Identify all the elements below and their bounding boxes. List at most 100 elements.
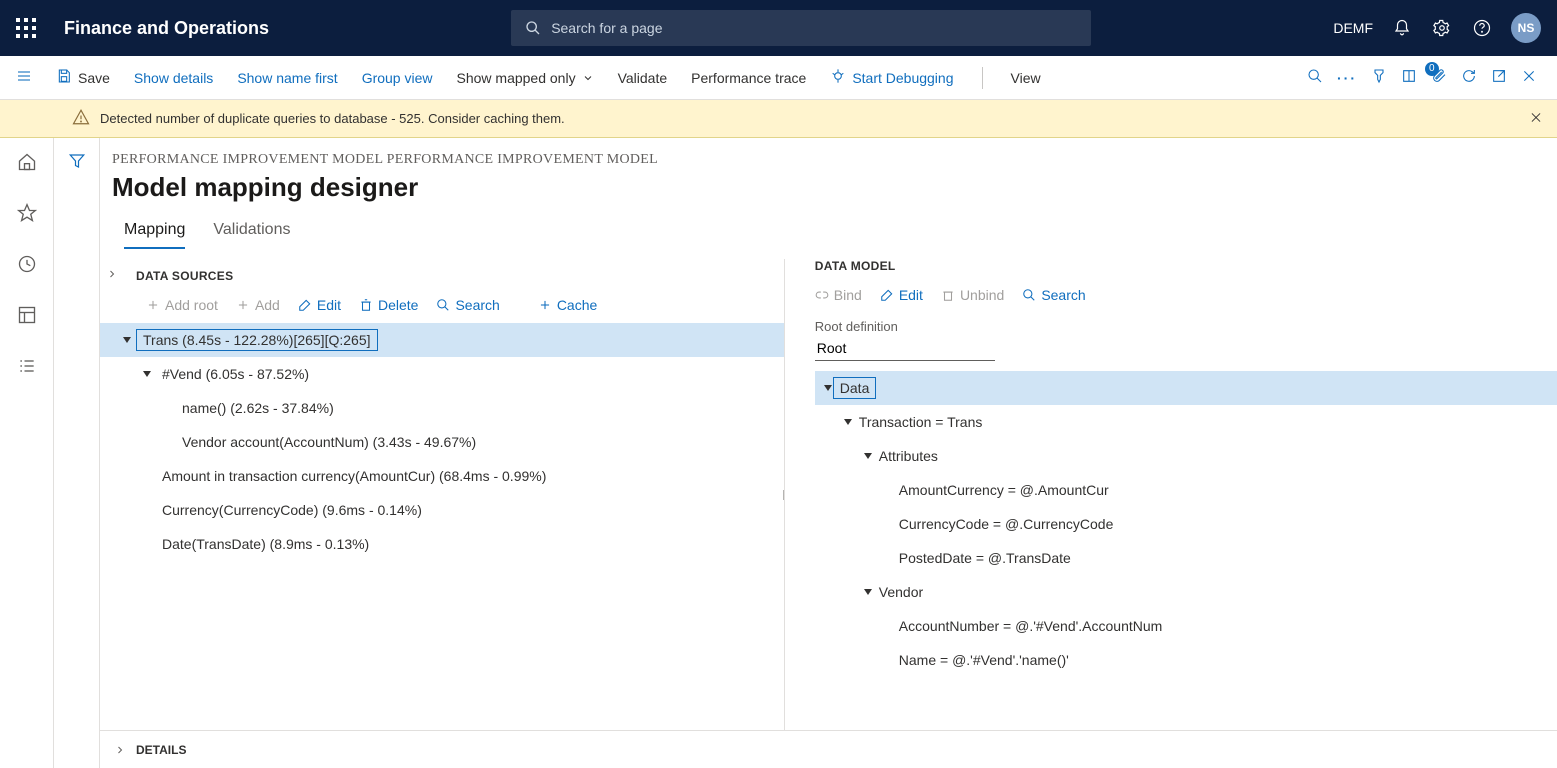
chevron-down-icon[interactable] (815, 417, 853, 427)
performance-trace-button[interactable]: Performance trace (691, 70, 806, 86)
top-bar: Finance and Operations Search for a page… (0, 0, 1557, 56)
divider (982, 67, 983, 89)
breadcrumb: PERFORMANCE IMPROVEMENT MODEL PERFORMANC… (112, 152, 1557, 168)
tree-node-label: Currency(CurrencyCode) (9.6ms - 0.14%) (156, 500, 428, 520)
chevron-down-icon[interactable] (815, 451, 873, 461)
chevron-down-icon[interactable] (100, 369, 156, 379)
filter-rail (54, 138, 100, 768)
show-mapped-only-dropdown[interactable]: Show mapped only (457, 70, 594, 86)
root-definition-input[interactable] (815, 336, 995, 361)
tree-node-label: Trans (8.45s - 122.28%)[265][Q:265] (136, 329, 378, 351)
save-button[interactable]: Save (56, 68, 110, 87)
data-sources-title: DATA SOURCES (100, 259, 784, 289)
data-model-title: DATA MODEL (815, 259, 1557, 279)
group-view-button[interactable]: Group view (362, 70, 433, 86)
data-source-row[interactable]: Date(TransDate) (8.9ms - 0.13%) (100, 527, 784, 561)
action-bar: Save Show details Show name first Group … (0, 56, 1557, 100)
data-source-row[interactable]: #Vend (6.05s - 87.52%) (100, 357, 784, 391)
search-button[interactable]: Search (436, 297, 499, 313)
data-model-row[interactable]: Vendor (815, 575, 1557, 609)
tab-validations[interactable]: Validations (213, 221, 290, 249)
home-icon[interactable] (17, 152, 37, 175)
chevron-down-icon[interactable] (815, 383, 833, 393)
splitter-handle[interactable]: ‖ (782, 487, 785, 503)
tree-node-label: Data (833, 377, 877, 399)
more-icon[interactable]: ··· (1337, 70, 1357, 86)
show-details-button[interactable]: Show details (134, 70, 213, 86)
data-model-row[interactable]: AmountCurrency = @.AmountCur (815, 473, 1557, 507)
page-title: Model mapping designer (112, 172, 1557, 203)
unbind-button[interactable]: Unbind (941, 287, 1004, 303)
tree-node-label: Name = @.'#Vend'.'name()' (893, 652, 1069, 668)
show-name-first-button[interactable]: Show name first (237, 70, 337, 86)
tree-node-label: #Vend (6.05s - 87.52%) (156, 364, 315, 384)
recent-icon[interactable] (17, 254, 37, 277)
attachment-icon[interactable]: 0 (1431, 68, 1447, 87)
chevron-down-icon[interactable] (100, 335, 136, 345)
popout-icon[interactable] (1491, 68, 1507, 87)
search-icon[interactable] (1307, 68, 1323, 87)
data-model-row[interactable]: Data (815, 371, 1557, 405)
chevron-down-icon[interactable] (815, 587, 873, 597)
data-model-row[interactable]: AccountNumber = @.'#Vend'.AccountNum (815, 609, 1557, 643)
tree-node-label: AmountCurrency = @.AmountCur (893, 482, 1109, 498)
data-source-row[interactable]: Amount in transaction currency(AmountCur… (100, 459, 784, 493)
avatar[interactable]: NS (1511, 13, 1541, 43)
star-icon[interactable] (17, 203, 37, 226)
edit-button[interactable]: Edit (298, 297, 341, 313)
data-model-row[interactable]: Transaction = Trans (815, 405, 1557, 439)
tree-node-label: name() (2.62s - 37.84%) (176, 398, 340, 418)
dm-edit-button[interactable]: Edit (880, 287, 923, 303)
tree-node-label: CurrencyCode = @.CurrencyCode (893, 516, 1114, 532)
collapse-pane-icon[interactable] (106, 267, 118, 283)
help-icon[interactable] (1471, 17, 1493, 39)
tree-node-label: Vendor (873, 584, 923, 600)
refresh-icon[interactable] (1461, 68, 1477, 87)
dm-search-button[interactable]: Search (1022, 287, 1085, 303)
tree-node-label: Date(TransDate) (8.9ms - 0.13%) (156, 534, 375, 554)
tab-mapping[interactable]: Mapping (124, 221, 185, 249)
bell-icon[interactable] (1391, 17, 1413, 39)
pin-icon[interactable] (1371, 68, 1387, 87)
global-search[interactable]: Search for a page (511, 10, 1091, 46)
view-button[interactable]: View (1011, 70, 1041, 86)
data-sources-tree: Trans (8.45s - 122.28%)[265][Q:265] #Vend… (100, 323, 784, 561)
warning-close-icon[interactable] (1529, 110, 1543, 127)
book-icon[interactable] (1401, 68, 1417, 87)
data-model-row[interactable]: Name = @.'#Vend'.'name()' (815, 643, 1557, 677)
data-model-row[interactable]: CurrencyCode = @.CurrencyCode (815, 507, 1557, 541)
workspace-icon[interactable] (17, 305, 37, 328)
data-model-pane: DATA MODEL Bind Edit Unbind Search Root … (785, 259, 1557, 730)
gear-icon[interactable] (1431, 17, 1453, 39)
data-source-row[interactable]: Vendor account(AccountNum) (3.43s - 49.6… (100, 425, 784, 459)
tree-node-label: PostedDate = @.TransDate (893, 550, 1071, 566)
data-model-tree: Data Transaction = Trans Attributes AmountC… (815, 371, 1557, 677)
root-definition-label: Root definition (815, 319, 1557, 334)
details-section[interactable]: DETAILS (100, 730, 1557, 768)
tree-node-label: Vendor account(AccountNum) (3.43s - 49.6… (176, 432, 482, 452)
delete-button[interactable]: Delete (359, 297, 418, 313)
modules-icon[interactable] (17, 356, 37, 379)
filter-icon[interactable] (68, 152, 86, 768)
hamburger-icon[interactable] (16, 68, 32, 87)
app-title: Finance and Operations (64, 18, 269, 39)
data-source-row[interactable]: Trans (8.45s - 122.28%)[265][Q:265] (100, 323, 784, 357)
data-model-row[interactable]: PostedDate = @.TransDate (815, 541, 1557, 575)
warning-text: Detected number of duplicate queries to … (100, 111, 565, 126)
details-label: DETAILS (136, 743, 186, 757)
start-debugging-button[interactable]: Start Debugging (830, 68, 953, 87)
data-model-row[interactable]: Attributes (815, 439, 1557, 473)
cache-button[interactable]: Cache (538, 297, 597, 313)
bind-button[interactable]: Bind (815, 287, 862, 303)
data-source-row[interactable]: Currency(CurrencyCode) (9.6ms - 0.14%) (100, 493, 784, 527)
tree-node-label: Transaction = Trans (853, 414, 983, 430)
add-root-button[interactable]: Add root (146, 297, 218, 313)
validate-button[interactable]: Validate (618, 70, 668, 86)
warning-icon (72, 108, 100, 129)
data-source-row[interactable]: name() (2.62s - 37.84%) (100, 391, 784, 425)
close-icon[interactable] (1521, 68, 1537, 87)
data-sources-pane: DATA SOURCES Add root Add Edit Delete Se… (100, 259, 785, 730)
company-code[interactable]: DEMF (1333, 20, 1373, 36)
app-launcher-icon[interactable] (16, 18, 36, 38)
add-button[interactable]: Add (236, 297, 280, 313)
